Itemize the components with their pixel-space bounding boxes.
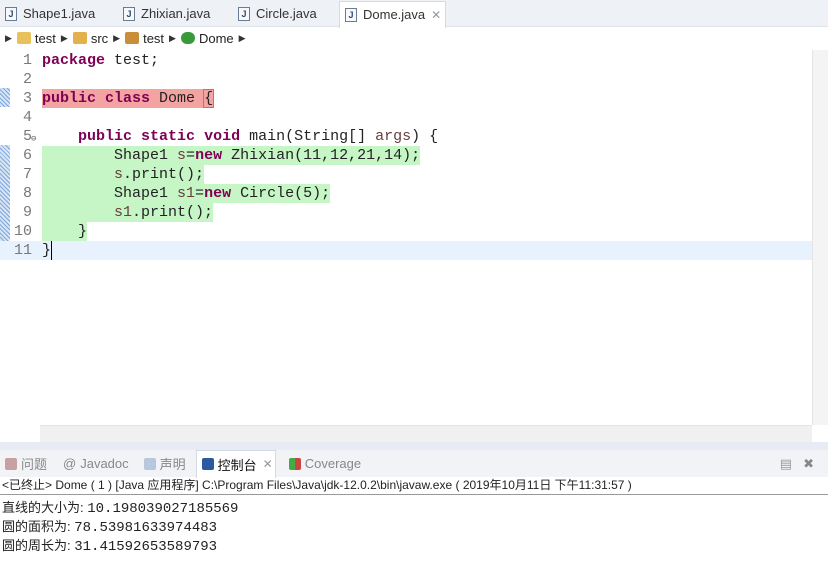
panel-divider[interactable] <box>0 442 828 450</box>
code-line: 9 s1.print(); <box>22 203 214 222</box>
problems-icon <box>5 457 17 470</box>
coverage-icon <box>288 457 301 470</box>
breadcrumb-class[interactable]: Dome <box>199 31 234 46</box>
chevron-right-icon[interactable]: ▶ <box>239 33 246 44</box>
console-output-line: 圆的周长为: 31.41592653589793 <box>2 538 218 555</box>
console-header: <已终止> Dome ( 1 ) [Java 应用程序] C:\Program … <box>0 477 828 495</box>
editor-tabs: J Shape1.java J Zhixian.java J Circle.java … <box>0 0 828 28</box>
code-line: 7 s.print(); <box>22 165 205 184</box>
panel-tabs: 问题 @ Javadoc 声明 控制台 ✕ Coverage ▤ ✖ <box>0 449 828 478</box>
tab-dome[interactable]: J Dome.java ✕ <box>339 1 447 28</box>
code-line: 1 package test; <box>22 52 160 69</box>
breadcrumb: ▶ test ▶ src ▶ test ▶ Dome ▶ <box>0 27 828 49</box>
code-line: 2 <box>22 71 32 88</box>
clear-console-icon[interactable]: ▤ <box>780 456 792 472</box>
remove-launch-icon[interactable]: ✖ <box>803 456 814 472</box>
tab-coverage[interactable]: Coverage <box>284 450 363 477</box>
close-icon[interactable]: ✕ <box>431 3 441 27</box>
code-line: 6 Shape1 s=new Zhixian(11,12,21,14); <box>22 146 421 165</box>
tab-circle[interactable]: J Circle.java <box>233 2 317 26</box>
tab-zhixian[interactable]: J Zhixian.java <box>118 2 210 26</box>
tab-javadoc[interactable]: @ Javadoc <box>57 450 131 477</box>
console-icon <box>201 458 214 470</box>
at-icon: @ <box>63 456 77 471</box>
code-line: 4 <box>22 109 32 126</box>
source-folder-icon <box>72 32 87 44</box>
package-icon <box>125 32 140 44</box>
class-icon <box>180 32 195 44</box>
code-line: 8 Shape1 s1=new Circle(5); <box>22 184 331 203</box>
chevron-right-icon[interactable]: ▶ <box>61 33 68 44</box>
project-icon <box>16 32 31 44</box>
code-line: 10 } <box>13 222 88 241</box>
breadcrumb-project[interactable]: test <box>35 31 56 46</box>
close-icon[interactable]: ✕ <box>263 457 273 471</box>
chevron-right-icon[interactable]: ▶ <box>113 33 120 44</box>
code-line: 3 public class Dome { <box>22 89 215 108</box>
tab-console[interactable]: 控制台 ✕ <box>195 449 276 478</box>
java-file-icon: J <box>5 7 17 21</box>
chevron-right-icon[interactable]: ▶ <box>169 33 176 44</box>
tab-shape1[interactable]: J Shape1.java <box>0 2 95 26</box>
java-file-icon: J <box>345 8 357 22</box>
code-line-current: 11} <box>0 241 812 260</box>
code-line: 5 ⊖ public static void main(String[] args… <box>0 127 812 146</box>
console-output-line: 圆的面积为: 78.53981633974483 <box>2 519 218 536</box>
tab-problems[interactable]: 问题 <box>0 450 49 477</box>
java-file-icon: J <box>238 7 250 21</box>
tab-declaration[interactable]: 声明 <box>139 450 188 477</box>
vertical-scrollbar[interactable] <box>812 50 828 425</box>
breadcrumb-package[interactable]: test <box>143 31 164 46</box>
declaration-icon <box>143 457 156 470</box>
console-output-line: 直线的大小为: 10.198039027185569 <box>2 500 239 517</box>
java-file-icon: J <box>123 7 135 21</box>
horizontal-scrollbar[interactable] <box>40 425 812 442</box>
code-editor[interactable]: 1 package test; 2 3 public class Dome { 4 … <box>0 50 812 425</box>
chevron-right-icon[interactable]: ▶ <box>5 33 12 44</box>
breadcrumb-src[interactable]: src <box>91 31 108 46</box>
